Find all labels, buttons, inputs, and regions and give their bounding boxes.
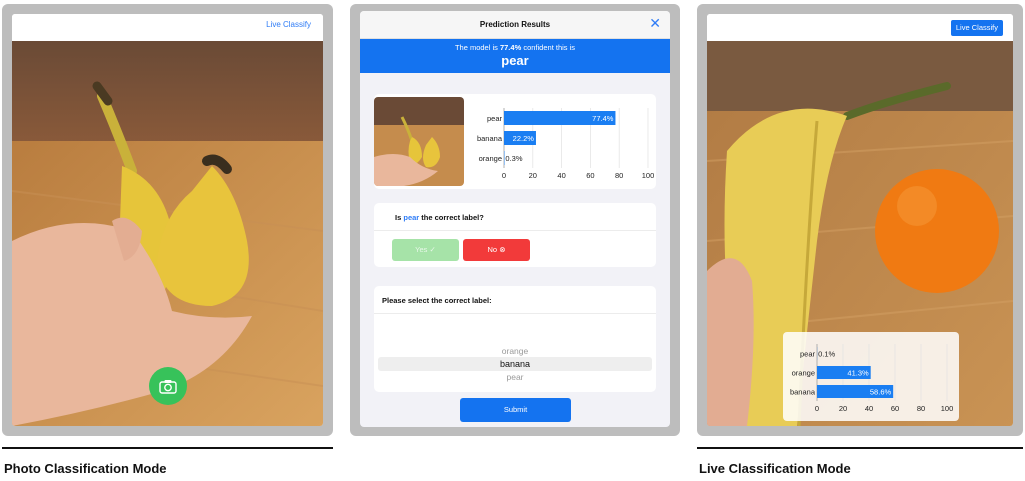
- question-suffix: the correct label?: [421, 213, 484, 222]
- picker-option[interactable]: pear: [374, 372, 656, 382]
- category-label: orange: [792, 369, 815, 378]
- data-label: 0.3%: [505, 154, 522, 163]
- label-select-card: Please select the correct label: orange …: [374, 286, 656, 392]
- picker-option-selected[interactable]: banana: [374, 359, 656, 369]
- prediction-results-device: Prediction Results ✕ The model is 77.4% …: [350, 4, 680, 436]
- data-label: 22.2%: [513, 134, 535, 143]
- x-tick-label: 80: [615, 171, 623, 180]
- divider: [374, 230, 656, 231]
- photo-mode-screen: Live Classify: [12, 14, 323, 426]
- yes-label: Yes: [415, 245, 428, 254]
- data-label: 77.4%: [592, 114, 614, 123]
- select-title: Please select the correct label:: [382, 296, 492, 305]
- category-label: banana: [477, 134, 503, 143]
- confidence-text: The model is 77.4% confident this is: [360, 43, 670, 52]
- camera-capture-button[interactable]: [149, 367, 187, 405]
- photo-mode-caption: Photo Classification Mode: [4, 461, 167, 476]
- question-label: pear: [403, 213, 420, 222]
- modal-header: Prediction Results ✕: [360, 11, 670, 39]
- x-tick-label: 40: [557, 171, 565, 180]
- check-circle-icon: ✓: [429, 245, 436, 254]
- x-tick-label: 0: [815, 404, 819, 413]
- live-mode-caption: Live Classification Mode: [699, 461, 851, 476]
- confidence-banner: The model is 77.4% confident this is pea…: [360, 39, 670, 73]
- x-tick-label: 40: [865, 404, 873, 413]
- caption-rule: [2, 447, 333, 449]
- banner-prefix: The model is: [454, 43, 498, 52]
- x-tick-label: 20: [529, 171, 537, 180]
- caption-rule: [697, 447, 1023, 449]
- label-question: Is pear the correct label?: [395, 213, 484, 222]
- no-button[interactable]: No ⊗: [463, 239, 530, 261]
- picker-option[interactable]: orange: [374, 346, 656, 356]
- data-label: 0.1%: [818, 350, 835, 359]
- label-question-card: Is pear the correct label? Yes ✓ No ⊗: [374, 203, 656, 267]
- category-label: pear: [487, 114, 503, 123]
- predicted-label: pear: [501, 53, 529, 68]
- photo-topbar: Live Classify: [12, 14, 323, 41]
- banner-suffix: confident this is: [523, 43, 576, 52]
- live-mode-screen: Live Classify 0 20 40 60 80 100 pear 0.1…: [707, 14, 1013, 426]
- data-label: 41.3%: [847, 369, 869, 378]
- live-classify-button[interactable]: Live Classify: [950, 20, 1003, 36]
- close-icon[interactable]: ✕: [649, 16, 661, 30]
- x-tick-label: 0: [502, 171, 506, 180]
- x-tick-label: 60: [891, 404, 899, 413]
- x-tick-label: 100: [941, 404, 954, 413]
- data-label: 58.6%: [870, 388, 892, 397]
- prediction-card: 0 20 40 60 80 100 pear 77.4% banana 22.2% orange 0.…: [374, 94, 656, 189]
- modal-title: Prediction Results: [479, 20, 551, 29]
- live-prediction-overlay: 0 20 40 60 80 100 pear 0.1% orange 41.3% banana 58.…: [783, 332, 959, 421]
- photo-thumbnail: [374, 97, 464, 186]
- camera-icon: [159, 379, 177, 394]
- category-label: banana: [790, 388, 816, 397]
- x-tick-label: 100: [642, 171, 654, 180]
- x-tick-label: 80: [917, 404, 925, 413]
- x-tick-label: 20: [839, 404, 847, 413]
- live-prediction-bar-chart: 0 20 40 60 80 100 pear 0.1% orange 41.3% banana 58.…: [790, 344, 954, 413]
- live-classify-link[interactable]: Live Classify: [266, 20, 311, 29]
- photo-mode-device: Live Classify: [2, 4, 333, 436]
- category-label: pear: [800, 350, 816, 359]
- no-label: No: [487, 245, 498, 254]
- question-prefix: Is: [395, 213, 402, 222]
- banner-confidence: 77.4%: [499, 43, 522, 52]
- submit-button[interactable]: Submit: [460, 398, 571, 422]
- prediction-bar-chart: 0 20 40 60 80 100 pear 77.4% banana 22.2% orange 0.…: [477, 108, 654, 180]
- live-mode-device: Live Classify 0 20 40 60 80 100 pear 0.1…: [697, 4, 1023, 436]
- yes-button[interactable]: Yes ✓: [392, 239, 459, 261]
- category-label: orange: [479, 154, 502, 163]
- prediction-results-modal: Prediction Results ✕ The model is 77.4% …: [360, 11, 670, 427]
- x-tick-label: 60: [586, 171, 594, 180]
- divider: [374, 313, 656, 314]
- x-circle-icon: ⊗: [499, 245, 506, 254]
- live-topbar: Live Classify: [707, 14, 1013, 41]
